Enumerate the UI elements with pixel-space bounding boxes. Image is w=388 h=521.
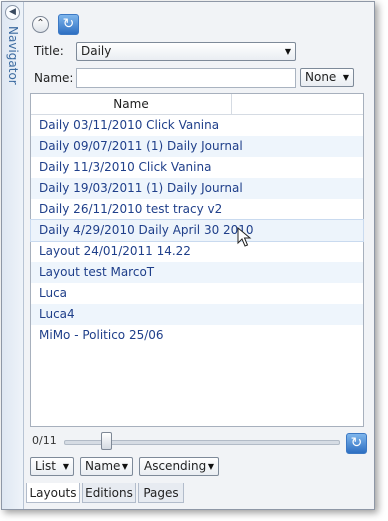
sort-order-dropdown[interactable]: Ascending ▼ xyxy=(139,457,219,476)
view-dropdown-value: List xyxy=(35,459,56,473)
tab-editions[interactable]: Editions xyxy=(82,483,136,503)
table-row[interactable]: Luca4 xyxy=(31,304,363,325)
chevron-down-icon: ▼ xyxy=(342,73,349,82)
table-row[interactable]: Daily 26/11/2010 test tracy v2 xyxy=(31,199,363,220)
view-dropdown[interactable]: List ▼ xyxy=(30,457,74,476)
table-row[interactable]: Layout 24/01/2011 14.22 xyxy=(31,241,363,262)
navigator-window: ◀ Navigator ⌃ ↻ Title: Daily ▼ Name: Non… xyxy=(1,1,375,510)
grid-header: Name xyxy=(31,94,363,115)
sort-field-value: Name xyxy=(85,459,121,473)
sort-order-value: Ascending xyxy=(144,459,207,473)
grid-rows: Daily 03/11/2010 Click Vanina Daily 09/0… xyxy=(30,115,364,346)
chevron-down-icon: ▼ xyxy=(62,462,69,471)
column-header-name[interactable]: Name xyxy=(31,94,232,114)
layouts-grid: Name Daily 03/11/2010 Click Vanina Daily… xyxy=(30,93,364,427)
navigator-label: Navigator xyxy=(6,26,20,85)
chevron-down-icon: ▼ xyxy=(284,47,291,56)
table-row[interactable]: Layout test MarcoT xyxy=(31,262,363,283)
tab-layouts[interactable]: Layouts xyxy=(26,483,80,503)
name-input[interactable] xyxy=(76,68,296,88)
title-dropdown-value: Daily xyxy=(81,44,112,58)
navigator-panel: ⌃ ↻ Title: Daily ▼ Name: None ▼ Name Dai… xyxy=(24,2,374,509)
chevron-down-icon: ▼ xyxy=(207,462,214,471)
name-label: Name: xyxy=(34,71,74,85)
table-row[interactable]: MiMo - Politico 25/06 xyxy=(31,325,363,346)
title-dropdown[interactable]: Daily ▼ xyxy=(76,42,296,61)
refresh-icon[interactable]: ↻ xyxy=(346,433,367,454)
name-mode-dropdown[interactable]: None ▼ xyxy=(300,68,354,87)
mouse-cursor-icon xyxy=(237,227,252,247)
table-row[interactable]: Daily 4/29/2010 Daily April 30 2010 xyxy=(30,219,364,242)
table-row[interactable]: Luca xyxy=(31,283,363,304)
refresh-icon[interactable]: ↻ xyxy=(58,14,79,35)
chevron-left-icon[interactable]: ◀ xyxy=(5,5,20,20)
page-counter: 0/11 xyxy=(32,434,57,447)
table-row[interactable]: Daily 11/3/2010 Click Vanina xyxy=(31,157,363,178)
name-mode-value: None xyxy=(305,70,337,84)
navigator-strip[interactable]: ◀ Navigator xyxy=(2,2,24,509)
page-slider-thumb[interactable] xyxy=(101,432,112,450)
table-row[interactable]: Daily 09/07/2011 (1) Daily Journal xyxy=(31,136,363,157)
sort-field-dropdown[interactable]: Name ▼ xyxy=(80,457,133,476)
chevron-up-icon[interactable]: ⌃ xyxy=(32,16,49,33)
table-row[interactable]: Daily 03/11/2010 Click Vanina xyxy=(31,115,363,136)
title-label: Title: xyxy=(34,44,64,58)
table-row[interactable]: Daily 19/03/2011 (1) Daily Journal xyxy=(31,178,363,199)
tab-pages[interactable]: Pages xyxy=(138,483,184,503)
chevron-down-icon: ▼ xyxy=(121,462,128,471)
